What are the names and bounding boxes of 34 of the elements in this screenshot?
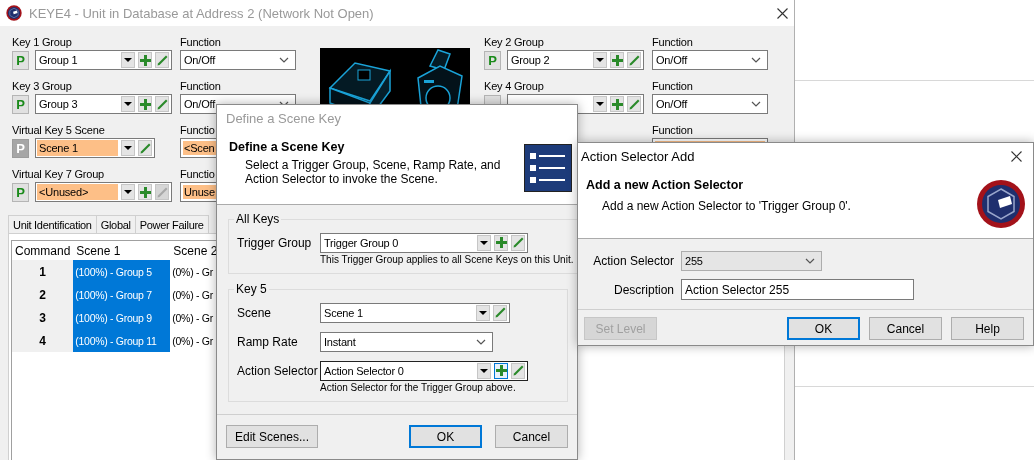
dialog-description: Select a Trigger Group, Scene, Ramp Rate, and Action Selector to invoke the Scene. [245, 158, 502, 186]
key-label: Key 1 Group [12, 35, 72, 50]
field-label: Action Selector [593, 254, 674, 268]
group-legend: Key 5 [234, 282, 269, 296]
dialog-title: Action Selector Add [581, 148, 695, 164]
dialog-title: Define a Scene Key [226, 110, 341, 126]
key-label: Key 4 Group [484, 79, 544, 94]
dialog-description: Add a new Action Selector to 'Trigger Group 0'. [602, 199, 851, 213]
key-label: Virtual Key 5 Scene [12, 123, 105, 138]
field-label: Ramp Rate [237, 334, 299, 349]
dialog-heading: Define a Scene Key [229, 140, 346, 154]
field-label: Action Selector [237, 363, 319, 378]
key-label: Key 2 Group [484, 35, 544, 50]
key-label: Virtual Key 7 Group [12, 167, 104, 182]
dialog-heading: Add a new Action Selector [586, 178, 745, 192]
row-number: 3 [12, 306, 74, 329]
function-label: Functio [180, 167, 215, 182]
function-label: Function [652, 79, 693, 94]
function-label: Function [652, 123, 693, 138]
field-note: Action Selector for the Trigger Group above. [320, 382, 517, 393]
row-number: 1 [12, 260, 74, 283]
field-label: Scene [237, 305, 273, 320]
field-label: Trigger Group [237, 235, 313, 250]
function-label: Function [180, 79, 221, 94]
field-label: Description [613, 282, 674, 297]
function-label: Function [652, 35, 693, 50]
row-number: 4 [12, 329, 74, 352]
function-label: Functio [180, 123, 215, 138]
group-legend: All Keys [234, 212, 282, 226]
field-note: This Trigger Group applies to all Scene Keys on this Unit. [320, 254, 574, 265]
row-number: 2 [12, 283, 74, 306]
window-title: KEYE4 - Unit in Database at Address 2 (Network Not Open) [29, 5, 375, 21]
function-label: Function [180, 35, 221, 50]
key-label: Key 3 Group [12, 79, 72, 94]
